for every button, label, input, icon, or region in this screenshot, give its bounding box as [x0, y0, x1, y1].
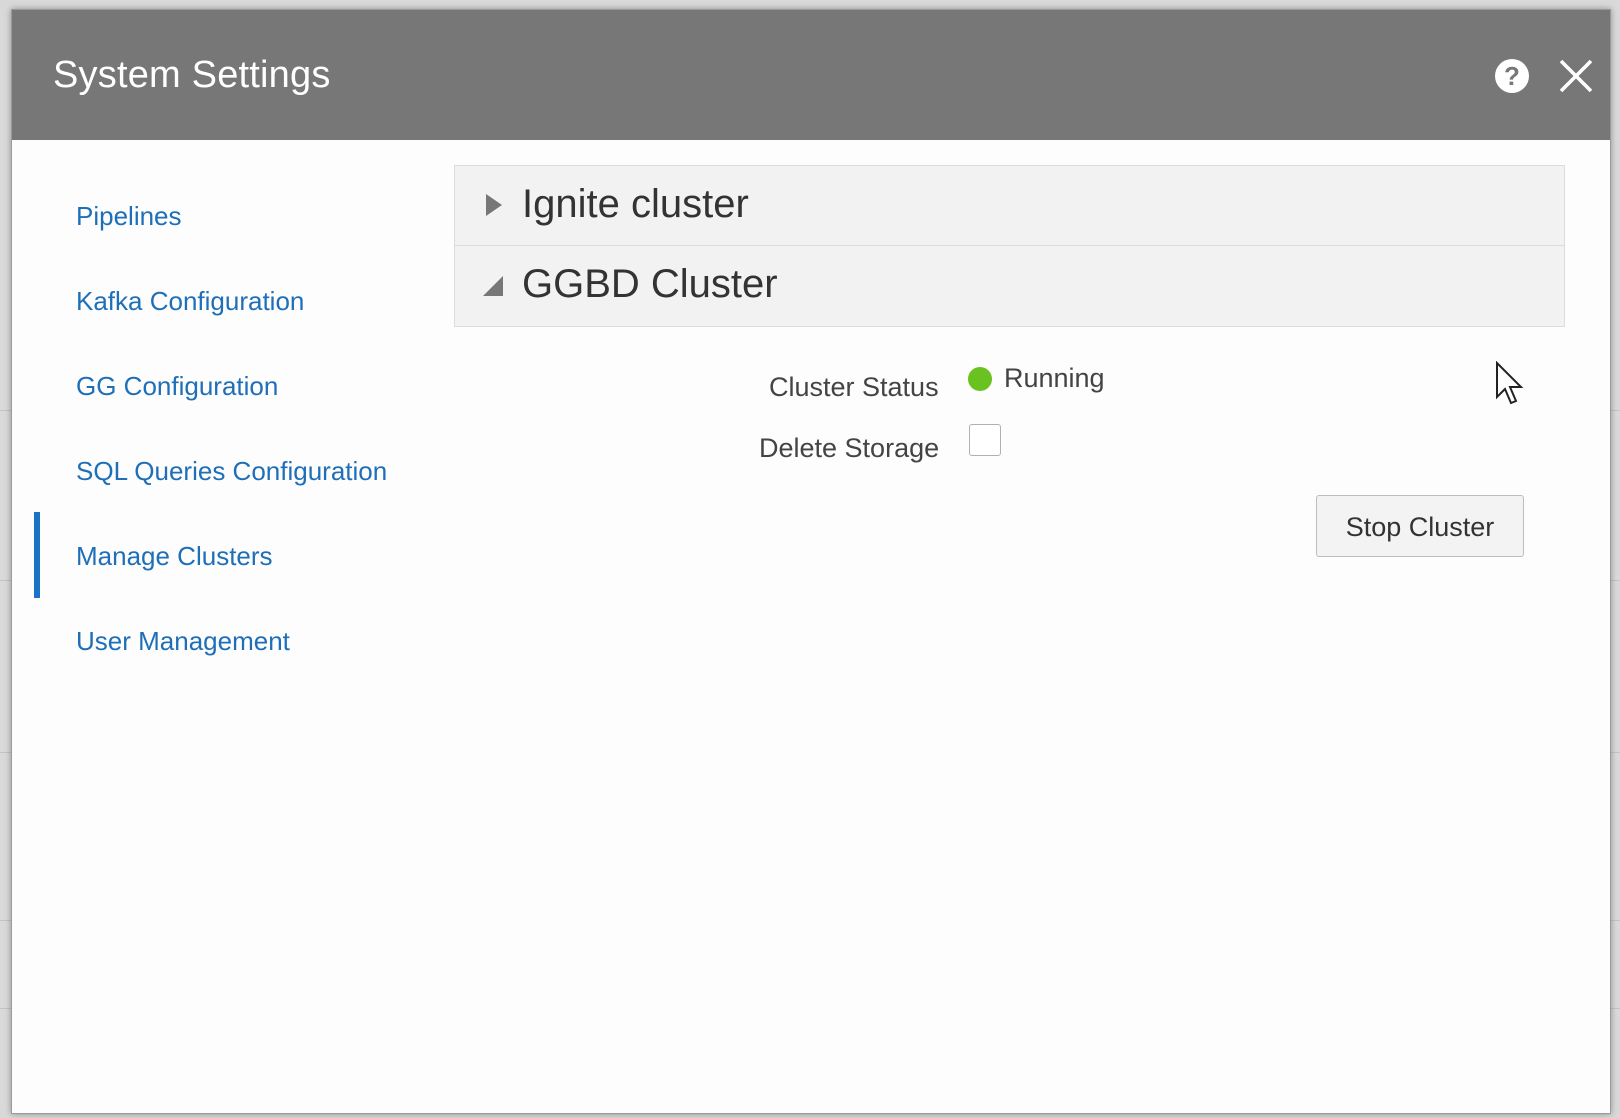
settings-sidebar: Pipelines Kafka Configuration GG Configu…: [12, 140, 432, 840]
status-indicator-icon: [968, 367, 992, 391]
accordion-ignite-cluster[interactable]: Ignite cluster: [454, 165, 1565, 247]
system-settings-dialog: System Settings ? Pipelines Kafka Config…: [11, 9, 1611, 1114]
sidebar-item-label: Pipelines: [76, 201, 182, 231]
accordion-title: GGBD Cluster: [522, 262, 778, 306]
help-icon[interactable]: ?: [1495, 59, 1529, 93]
sidebar-item-gg-configuration[interactable]: GG Configuration: [34, 342, 434, 428]
sidebar-item-label: GG Configuration: [76, 371, 279, 401]
dialog-title: System Settings: [53, 54, 331, 96]
sidebar-item-kafka-configuration[interactable]: Kafka Configuration: [34, 257, 434, 343]
delete-storage-label: Delete Storage: [759, 433, 940, 463]
accordion-title: Ignite cluster: [522, 182, 749, 226]
mouse-cursor-icon: [1496, 361, 1524, 405]
sidebar-item-label: Kafka Configuration: [76, 286, 305, 316]
sidebar-item-pipelines[interactable]: Pipelines: [34, 172, 434, 258]
stop-cluster-button[interactable]: Stop Cluster: [1316, 495, 1524, 557]
sidebar-item-label: SQL Queries Configuration: [76, 456, 388, 486]
cluster-status-value: Running: [1004, 363, 1105, 393]
sidebar-item-label: Manage Clusters: [76, 541, 273, 571]
caret-expanded-icon: [483, 276, 503, 296]
sidebar-item-label: User Management: [76, 626, 290, 656]
caret-right-icon: [486, 194, 502, 216]
delete-storage-checkbox[interactable]: [969, 424, 1001, 456]
cluster-status-label: Cluster Status: [769, 372, 939, 402]
accordion-ggbd-cluster[interactable]: GGBD Cluster: [454, 245, 1565, 327]
sidebar-item-manage-clusters[interactable]: Manage Clusters: [34, 512, 440, 598]
close-icon[interactable]: [1556, 56, 1596, 96]
sidebar-item-sql-queries-configuration[interactable]: SQL Queries Configuration: [34, 427, 434, 513]
sidebar-item-user-management[interactable]: User Management: [34, 597, 434, 683]
dialog-titlebar: System Settings ?: [12, 10, 1610, 140]
